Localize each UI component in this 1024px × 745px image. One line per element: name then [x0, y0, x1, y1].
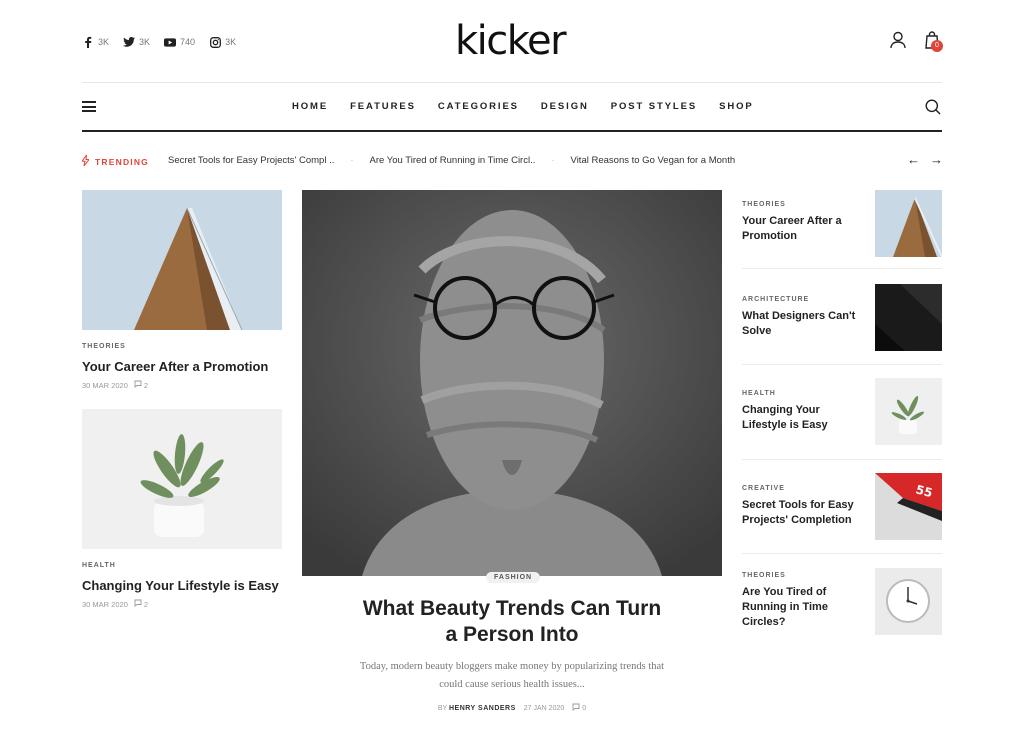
arrow-right-icon[interactable]: →: [930, 152, 943, 167]
trending-label: TRENDING: [81, 153, 149, 168]
social-links: 3K 3K 740 3K: [82, 36, 236, 48]
comment-icon: [134, 380, 142, 390]
comment-count[interactable]: 2: [134, 380, 148, 390]
user-account-icon[interactable]: [889, 31, 907, 49]
trending-item[interactable]: Vital Reasons to Go Vegan for a Month: [571, 155, 736, 166]
trending-ticker: Secret Tools for Easy Projects' Compl ..…: [168, 155, 751, 166]
twitter-icon: [123, 36, 136, 48]
trending-item[interactable]: Are You Tired of Running in Time Circl..: [370, 155, 536, 166]
post-date: 30 MAR 2020: [82, 380, 128, 390]
post-thumb-dark[interactable]: [875, 284, 942, 351]
post-title[interactable]: Changing Your Lifestyle is Easy: [742, 403, 866, 433]
youtube-count: 740: [180, 37, 196, 47]
comment-icon: [134, 599, 142, 609]
separator-dot: ·: [350, 155, 354, 166]
youtube-icon: [164, 36, 177, 48]
post-thumb-laptop[interactable]: 55: [875, 473, 942, 540]
main-nav: HOME FEATURES CATEGORIES DESIGN POST STY…: [292, 101, 776, 112]
nav-shop[interactable]: SHOP: [719, 101, 754, 112]
post-thumb-plant[interactable]: [875, 378, 942, 445]
hamburger-menu-icon[interactable]: [82, 101, 96, 112]
header-divider: [82, 82, 942, 83]
post-title[interactable]: Secret Tools for Easy Projects' Completi…: [742, 498, 866, 528]
post-meta: 30 MAR 2020 2: [82, 599, 148, 609]
featured-meta: BY HENRY SANDERS 27 JAN 2020 0: [437, 703, 587, 713]
nav-features[interactable]: FEATURES: [350, 101, 416, 112]
site-logo[interactable]: kicker: [455, 18, 567, 64]
featured-category-tag[interactable]: FASHION: [486, 572, 541, 583]
featured-image[interactable]: [302, 190, 722, 576]
nav-design[interactable]: DESIGN: [541, 101, 589, 112]
social-twitter[interactable]: 3K: [123, 36, 150, 48]
facebook-count: 3K: [98, 37, 110, 47]
comment-count[interactable]: 0: [572, 703, 586, 713]
divider: [742, 459, 942, 460]
divider: [742, 268, 942, 269]
trending-text: TRENDING: [95, 156, 149, 167]
nav-categories[interactable]: CATEGORIES: [438, 101, 519, 112]
social-facebook[interactable]: 3K: [82, 36, 109, 48]
separator-dot: ·: [551, 155, 555, 166]
post-category[interactable]: THEORIES: [82, 343, 126, 350]
post-title[interactable]: Changing Your Lifestyle is Easy: [82, 577, 292, 594]
instagram-icon: [209, 36, 221, 48]
post-category[interactable]: HEALTH: [82, 562, 116, 569]
social-youtube[interactable]: 740: [164, 36, 195, 48]
featured-date: 27 JAN 2020: [523, 704, 565, 712]
trending-arrows: ← →: [907, 152, 943, 167]
post-thumb-architecture[interactable]: [875, 190, 942, 257]
twitter-count: 3K: [139, 37, 151, 47]
cart-count-badge: 0: [931, 40, 943, 52]
post-meta: 30 MAR 2020 2: [82, 380, 148, 390]
divider: [742, 553, 942, 554]
featured-author[interactable]: HENRY SANDERS: [449, 705, 516, 712]
post-title[interactable]: Are You Tired of Running in Time Circles…: [742, 585, 842, 630]
social-instagram[interactable]: 3K: [209, 36, 236, 48]
post-date: 30 MAR 2020: [82, 599, 128, 609]
search-icon[interactable]: [925, 99, 941, 115]
comment-icon: [572, 703, 580, 713]
instagram-count: 3K: [225, 37, 237, 47]
featured-title[interactable]: What Beauty Trends Can Turn a Person Int…: [302, 596, 722, 648]
comment-count[interactable]: 2: [134, 599, 148, 609]
post-title[interactable]: Your Career After a Promotion: [82, 358, 282, 375]
bolt-icon: [81, 153, 91, 168]
arrow-left-icon[interactable]: ←: [907, 152, 920, 167]
trending-item[interactable]: Secret Tools for Easy Projects' Compl ..: [168, 155, 334, 166]
featured-excerpt: Today, modern beauty bloggers make money…: [359, 661, 665, 690]
post-title[interactable]: Your Career After a Promotion: [742, 214, 866, 244]
nav-home[interactable]: HOME: [292, 101, 328, 112]
post-image-plant[interactable]: [82, 409, 282, 549]
post-title[interactable]: What Designers Can't Solve: [742, 309, 866, 339]
nav-post-styles[interactable]: POST STYLES: [611, 101, 697, 112]
post-thumb-clock[interactable]: [875, 568, 942, 635]
facebook-icon: [82, 36, 94, 48]
nav-divider: [82, 130, 942, 132]
divider: [742, 364, 942, 365]
post-image-architecture[interactable]: [82, 190, 282, 330]
